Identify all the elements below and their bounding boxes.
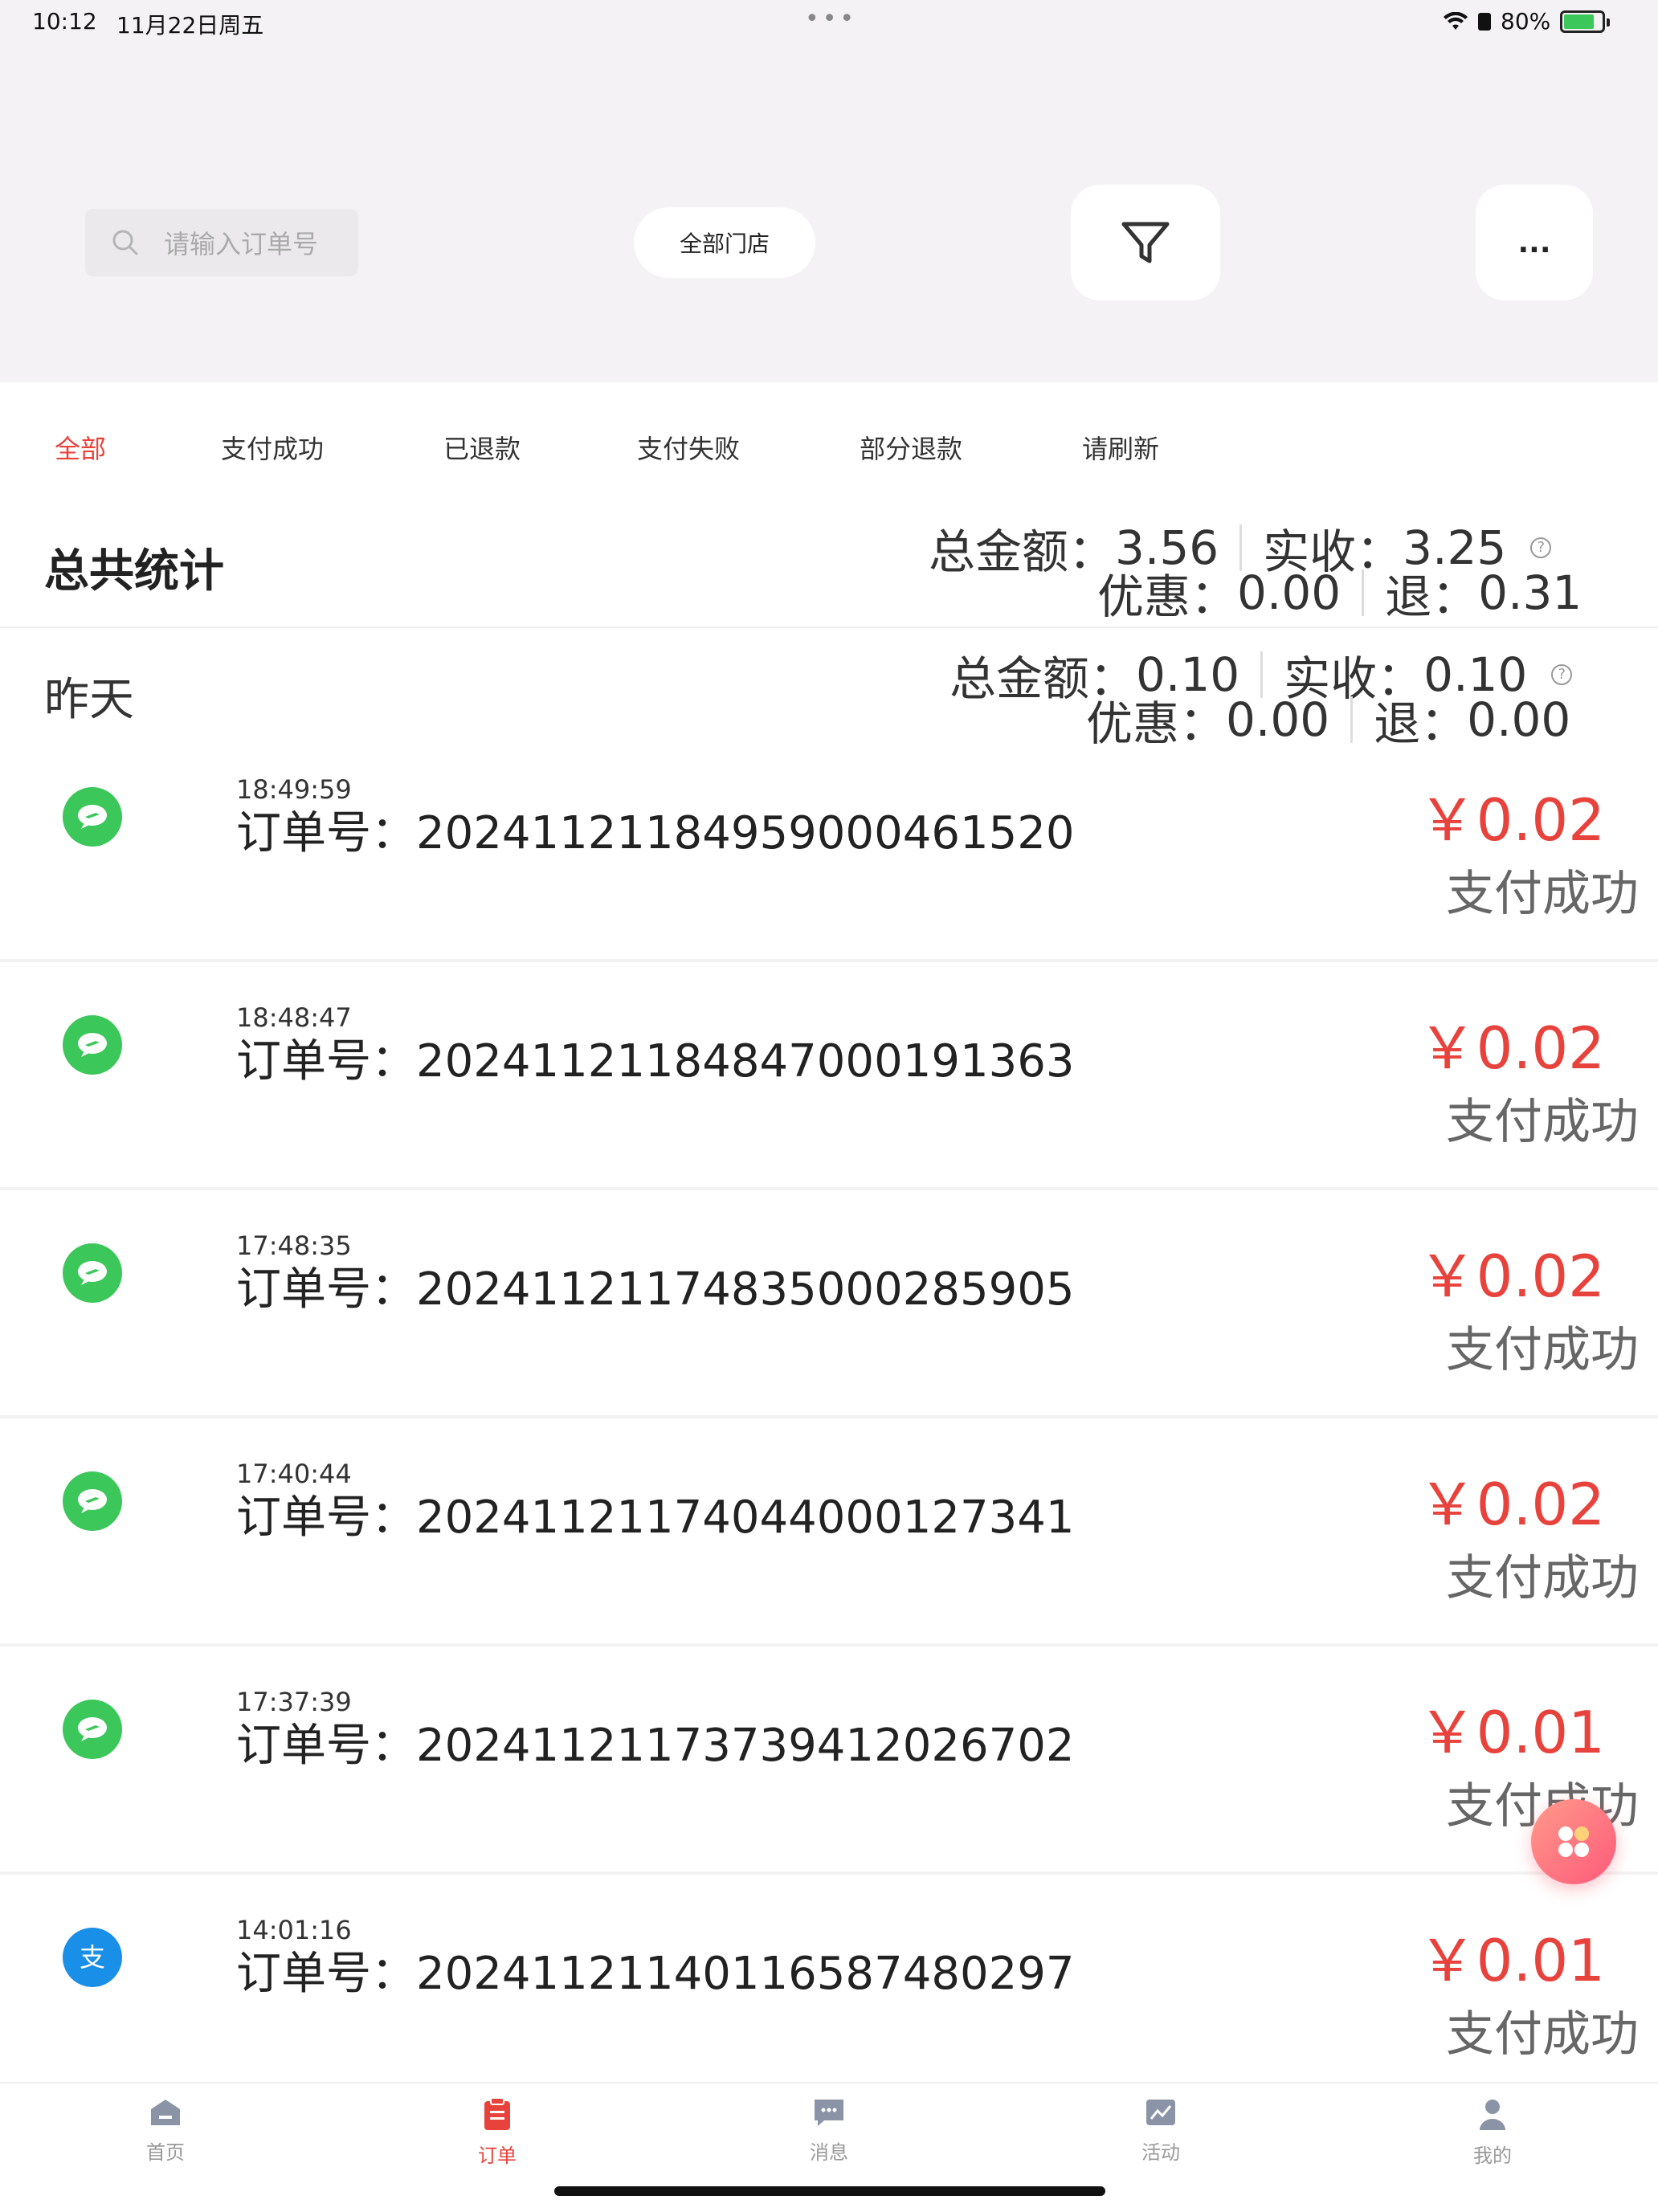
nav-item-0[interactable]: 首页 bbox=[109, 2096, 222, 2165]
order-status: 支付成功 bbox=[1446, 1322, 1639, 1378]
order-row[interactable]: 17:37:39 订单号：20241121173739412026702 ￥0.01… bbox=[0, 1647, 1658, 1875]
wechat-pay-icon bbox=[63, 1015, 122, 1075]
tab-1[interactable]: 支付成功 bbox=[221, 429, 324, 466]
assistant-icon bbox=[1558, 1826, 1589, 1857]
activity-icon bbox=[1105, 2096, 1217, 2132]
wechat-pay-icon bbox=[63, 1700, 122, 1759]
orientation-lock-icon bbox=[1478, 12, 1491, 31]
nav-item-2[interactable]: 消息 bbox=[773, 2096, 885, 2165]
order-number-value: 20241121184847000191363 bbox=[416, 1035, 1075, 1088]
order-row[interactable]: 17:40:44 订单号：20241121174044000127341 ￥0.02… bbox=[0, 1418, 1658, 1647]
order-number-value: 20241121173739412026702 bbox=[416, 1720, 1075, 1772]
wechat-pay-icon bbox=[63, 1243, 122, 1303]
summary-discount: 0.00 bbox=[1237, 565, 1342, 620]
order-amount: ￥0.01 bbox=[1418, 1699, 1605, 1766]
summary-discount-label: 优惠： bbox=[1097, 569, 1238, 624]
order-amount: ￥0.02 bbox=[1418, 1243, 1605, 1310]
home-icon bbox=[109, 2096, 222, 2132]
order-amount: ￥0.02 bbox=[1418, 1471, 1605, 1538]
search-input[interactable]: 请输入订单号 bbox=[85, 209, 358, 276]
order-number-value: 20241121184959000461520 bbox=[416, 807, 1075, 859]
order-number-label: 订单号： bbox=[236, 1492, 416, 1544]
wechat-pay-icon bbox=[63, 787, 122, 847]
profile-icon bbox=[1436, 2096, 1549, 2135]
help-icon[interactable]: ? bbox=[1551, 664, 1573, 685]
status-date: 11月22日周五 bbox=[116, 12, 264, 39]
order-status: 支付成功 bbox=[1446, 866, 1639, 922]
summary-refund-label: 退： bbox=[1385, 569, 1479, 624]
battery-percent: 80% bbox=[1501, 8, 1551, 35]
order-row[interactable]: 支 14:01:16 订单号：20241121140116587480297 ￥0.0… bbox=[0, 1875, 1658, 2103]
order-number-label: 订单号： bbox=[236, 1720, 416, 1772]
svg-text:支: 支 bbox=[80, 1942, 105, 1973]
summary-total-label: 总金额： bbox=[929, 524, 1116, 579]
tab-3[interactable]: 支付失败 bbox=[637, 429, 740, 466]
status-right: 80% bbox=[1443, 8, 1611, 35]
battery-icon bbox=[1560, 10, 1611, 33]
search-placeholder: 请输入订单号 bbox=[164, 229, 319, 259]
order-row[interactable]: 17:48:35 订单号：20241121174835000285905 ￥0.02… bbox=[0, 1190, 1658, 1418]
more-button[interactable]: ... bbox=[1476, 185, 1593, 300]
order-amount: ￥0.02 bbox=[1418, 1014, 1605, 1082]
tab-4[interactable]: 部分退款 bbox=[860, 429, 962, 466]
tab-0[interactable]: 全部 bbox=[55, 429, 106, 466]
search-icon bbox=[112, 230, 138, 255]
divider bbox=[0, 626, 1658, 628]
order-number-label: 订单号： bbox=[236, 1035, 416, 1088]
filter-button[interactable] bbox=[1071, 185, 1220, 300]
tab-5[interactable]: 请刷新 bbox=[1082, 429, 1159, 466]
order-status: 支付成功 bbox=[1446, 2006, 1639, 2063]
order-number: 订单号：20241121173739412026702 bbox=[236, 1709, 1074, 1774]
order-number-label: 订单号： bbox=[236, 1263, 416, 1316]
order-row[interactable]: 18:48:47 订单号：20241121184847000191363 ￥0.02… bbox=[0, 962, 1658, 1190]
order-amount: ￥0.01 bbox=[1418, 1927, 1605, 1994]
nav-item-3[interactable]: 活动 bbox=[1105, 2096, 1217, 2165]
order-number-value: 20241121140116587480297 bbox=[416, 1948, 1075, 2000]
nav-label: 订单 bbox=[478, 2145, 517, 2167]
order-status: 支付成功 bbox=[1446, 1550, 1639, 1606]
help-icon[interactable]: ? bbox=[1530, 537, 1552, 558]
order-number-label: 订单号： bbox=[236, 1948, 416, 2000]
order-number: 订单号：20241121174044000127341 bbox=[236, 1481, 1074, 1546]
multitask-dots-icon[interactable]: ••• bbox=[805, 5, 857, 33]
order-number: 订单号：20241121140116587480297 bbox=[236, 1937, 1074, 2002]
nav-label: 消息 bbox=[810, 2141, 848, 2164]
nav-label: 首页 bbox=[146, 2141, 185, 2164]
store-select-button[interactable]: 全部门店 bbox=[634, 207, 815, 278]
wechat-pay-icon bbox=[63, 1471, 122, 1531]
summary-title: 总共统计 bbox=[44, 545, 224, 598]
order-number-value: 20241121174044000127341 bbox=[416, 1492, 1075, 1544]
tab-2[interactable]: 已退款 bbox=[443, 429, 521, 466]
order-number: 订单号：20241121174835000285905 bbox=[236, 1253, 1074, 1318]
separator bbox=[1362, 569, 1365, 616]
battery-fill bbox=[1564, 14, 1595, 29]
home-indicator[interactable] bbox=[554, 2186, 1105, 2196]
summary-stats-row2: 优惠： 0.00 退： 0.31 bbox=[1097, 559, 1582, 626]
summary-refund: 0.31 bbox=[1478, 565, 1582, 620]
order-number: 订单号：20241121184959000461520 bbox=[236, 797, 1074, 862]
nav-item-1[interactable]: 订单 bbox=[441, 2096, 553, 2168]
status-time: 10:12 bbox=[32, 8, 97, 35]
nav-label: 活动 bbox=[1141, 2141, 1180, 2164]
wifi-icon bbox=[1444, 11, 1468, 30]
order-status: 支付成功 bbox=[1446, 1094, 1639, 1150]
filter-icon bbox=[1121, 222, 1170, 263]
message-icon bbox=[773, 2096, 885, 2132]
nav-item-4[interactable]: 我的 bbox=[1436, 2096, 1549, 2168]
day-title: 昨天 bbox=[44, 674, 134, 726]
order-number-value: 20241121174835000285905 bbox=[416, 1263, 1075, 1316]
order-amount: ￥0.02 bbox=[1418, 786, 1605, 854]
order-icon bbox=[441, 2096, 553, 2135]
nav-label: 我的 bbox=[1473, 2145, 1512, 2167]
order-row[interactable]: 18:49:59 订单号：20241121184959000461520 ￥0.02… bbox=[0, 734, 1658, 962]
alipay-icon: 支 bbox=[63, 1928, 122, 1987]
order-number: 订单号：20241121184847000191363 bbox=[236, 1025, 1074, 1090]
order-number-label: 订单号： bbox=[236, 807, 416, 859]
floating-assistant-button[interactable] bbox=[1531, 1799, 1616, 1884]
